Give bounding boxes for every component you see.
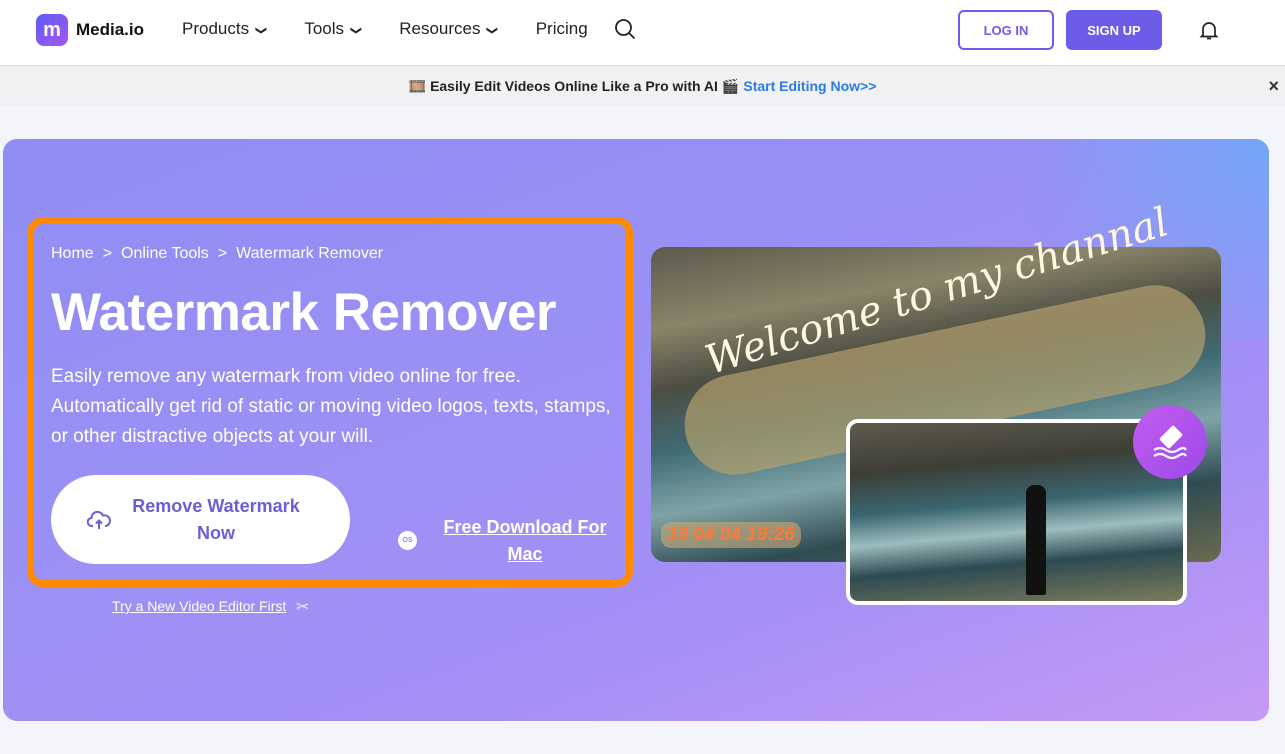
hero-description: Easily remove any watermark from video o… bbox=[51, 366, 611, 447]
nav-label: Products bbox=[182, 19, 250, 38]
cloud-upload-icon bbox=[87, 510, 111, 529]
breadcrumb-home[interactable]: Home bbox=[51, 245, 94, 263]
macos-icon: OS bbox=[398, 531, 417, 550]
nav-products[interactable]: Products ❯ bbox=[182, 19, 268, 39]
brand-name: Media.io bbox=[76, 20, 145, 39]
nav-label: Resources bbox=[399, 19, 481, 38]
bell-icon[interactable] bbox=[1198, 19, 1220, 41]
start-editing-link[interactable]: Start Editing Now>> bbox=[743, 78, 876, 94]
chevron-down-icon: ❯ bbox=[350, 25, 363, 36]
cta-label: Remove Watermark Now bbox=[132, 495, 300, 543]
breadcrumb-separator: > bbox=[102, 245, 113, 262]
top-nav: m Media.io Products ❯ Tools ❯ Resources ❯ P… bbox=[0, 0, 1285, 66]
chevron-down-icon: ❯ bbox=[486, 25, 499, 36]
signup-button[interactable]: SIGN UP bbox=[1066, 10, 1162, 50]
remove-watermark-button[interactable]: Remove Watermark Now bbox=[51, 475, 350, 564]
page-title: Watermark Remover bbox=[51, 283, 557, 342]
nav-pricing[interactable]: Pricing bbox=[536, 19, 588, 39]
timestamp-watermark: 19 04 04 19:26 bbox=[661, 522, 801, 548]
breadcrumb: Home > Online Tools > Watermark Remover bbox=[51, 245, 383, 263]
promo-banner: 🎞️ Easily Edit Videos Online Like a Pro … bbox=[0, 66, 1285, 106]
clapper-icon: 🎬 bbox=[721, 77, 740, 94]
nav-tools[interactable]: Tools ❯ bbox=[304, 19, 363, 39]
logo[interactable]: m Media.io bbox=[36, 14, 144, 46]
nav-resources[interactable]: Resources ❯ bbox=[399, 19, 499, 39]
search-icon[interactable] bbox=[614, 18, 636, 40]
breadcrumb-online-tools[interactable]: Online Tools bbox=[121, 245, 209, 263]
close-icon[interactable]: × bbox=[1268, 76, 1279, 97]
film-icon: 🎞️ bbox=[408, 77, 427, 94]
eraser-icon bbox=[1133, 405, 1207, 479]
main-menu: Products ❯ Tools ❯ Resources ❯ Pricing bbox=[182, 19, 588, 39]
breadcrumb-separator: > bbox=[217, 245, 228, 262]
chevron-down-icon: ❯ bbox=[255, 25, 268, 36]
free-download-mac-link[interactable]: Free Download For Mac bbox=[440, 514, 610, 568]
person-figure bbox=[1026, 485, 1046, 595]
nav-label: Tools bbox=[304, 19, 344, 38]
scissors-icon: ✂ bbox=[296, 599, 310, 616]
try-video-editor-link[interactable]: Try a New Video Editor First bbox=[112, 598, 286, 614]
breadcrumb-current: Watermark Remover bbox=[236, 245, 384, 262]
banner-text: Easily Edit Videos Online Like a Pro wit… bbox=[430, 78, 718, 94]
login-button[interactable]: LOG IN bbox=[958, 10, 1054, 50]
logo-icon: m bbox=[36, 14, 68, 46]
